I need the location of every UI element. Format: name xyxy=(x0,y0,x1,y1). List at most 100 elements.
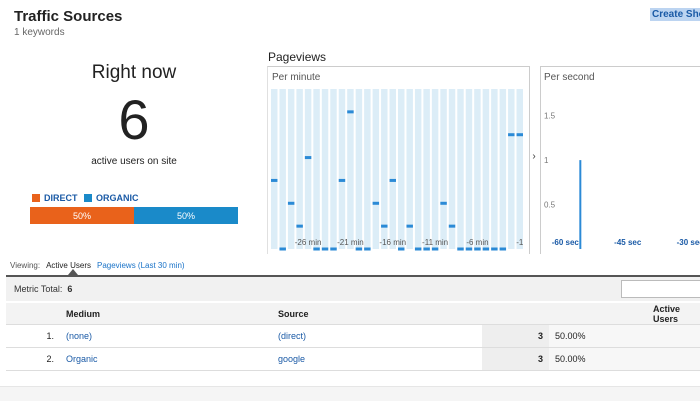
create-shortcut-link[interactable]: Create Sho xyxy=(650,8,700,21)
bar-value-mark xyxy=(381,224,388,228)
chart-bar xyxy=(313,89,320,251)
per-minute-label: Per minute xyxy=(272,72,321,83)
x-tick-label: -45 sec xyxy=(614,238,642,247)
metric-total-label: Metric Total: xyxy=(14,284,63,294)
per-minute-chart: Per minute 642-26 min-21 min-16 min-11 m… xyxy=(267,66,530,254)
bar-value-mark xyxy=(287,201,295,205)
bar-value-mark xyxy=(474,247,481,251)
header-active-users[interactable]: Active Users xyxy=(549,303,700,325)
row-medium[interactable]: (none) xyxy=(60,324,272,348)
row-medium[interactable]: Organic xyxy=(60,347,272,371)
bar-background xyxy=(304,89,312,249)
y-tick-label: 0.5 xyxy=(544,201,556,210)
bar-background xyxy=(338,89,346,249)
bar-value-mark xyxy=(271,178,278,182)
row-source[interactable]: (direct) xyxy=(272,324,482,348)
chart-bar xyxy=(372,89,380,249)
split-segment-organic: 50% xyxy=(134,207,238,224)
bar-value-mark xyxy=(465,247,473,251)
chevron-right-icon[interactable]: › xyxy=(527,151,541,165)
chart-bar xyxy=(398,89,405,251)
bar-value-mark xyxy=(372,201,380,205)
header-source[interactable]: Source xyxy=(272,303,482,325)
page-title: Traffic Sources xyxy=(14,8,123,25)
row-source[interactable]: google xyxy=(272,347,482,371)
chart-bar xyxy=(296,89,303,249)
bar-background xyxy=(457,89,464,249)
bar-value-mark xyxy=(398,247,405,251)
chart-bar xyxy=(579,160,582,249)
chart-bar xyxy=(321,89,329,251)
legend-label-direct: DIRECT xyxy=(44,193,78,203)
chart-bar xyxy=(414,89,422,251)
right-now-label: Right now xyxy=(91,62,177,83)
chart-bar xyxy=(406,89,413,249)
bar-value-mark xyxy=(313,247,320,251)
bar-background xyxy=(398,89,405,249)
bar-background xyxy=(431,89,439,249)
bar-background xyxy=(499,89,507,249)
bar-value-mark xyxy=(406,224,413,228)
chart-bar xyxy=(457,89,464,251)
bar-value-mark xyxy=(347,110,354,114)
bar-value-mark xyxy=(389,178,396,182)
x-tick-label: -26 min xyxy=(295,238,322,247)
chart-bar xyxy=(271,89,278,249)
per-minute-chart-svg: Per minute 642-26 min-21 min-16 min-11 m… xyxy=(271,72,524,251)
chart-bar xyxy=(491,89,498,251)
bar-value-mark xyxy=(423,247,430,251)
chart-bar xyxy=(364,89,371,251)
row-index: 2. xyxy=(6,347,60,371)
table-header-row: Medium Source Active Users xyxy=(6,303,700,325)
chart-bar xyxy=(516,89,523,249)
bar-background xyxy=(508,89,515,249)
header-medium[interactable]: Medium xyxy=(60,303,272,325)
row-active-users: 3 xyxy=(482,347,549,371)
legend-label-organic: ORGANIC xyxy=(96,193,139,203)
chart-bar xyxy=(423,89,430,251)
chart-bar xyxy=(440,89,447,249)
bar-background xyxy=(423,89,430,249)
pageviews-title: Pageviews xyxy=(268,50,327,64)
bar-background xyxy=(313,89,320,249)
header-index xyxy=(6,303,60,325)
bar-background xyxy=(389,89,396,249)
bar-value-mark xyxy=(355,247,363,251)
table-row: 1. (none) (direct) 3 50.00% xyxy=(6,324,700,348)
data-table: Medium Source Active Users 1. (none) (di… xyxy=(6,303,700,371)
table-row: 2. Organic google 3 50.00% xyxy=(6,347,700,371)
per-second-label: Per second xyxy=(544,72,595,83)
chart-bar xyxy=(330,89,337,251)
bar-value-mark xyxy=(482,247,490,251)
bar-background xyxy=(465,89,473,249)
table-filter-input[interactable] xyxy=(621,280,700,298)
bar-background xyxy=(474,89,481,249)
active-users-count: 6 xyxy=(118,88,150,151)
bar-value-mark xyxy=(330,247,337,251)
traffic-split-bar: 50% 50% xyxy=(30,207,238,224)
bar-value-mark xyxy=(457,247,464,251)
per-second-chart-svg: Per second 1.5 1 0.5 -60 sec -45 sec -30 sec xyxy=(544,72,700,249)
y-tick-label: 1.5 xyxy=(544,112,556,121)
active-users-description: active users on site xyxy=(91,156,177,167)
bar-value-mark xyxy=(448,224,456,228)
row-percent: 50.00% xyxy=(549,324,700,348)
bar-value-mark xyxy=(338,178,346,182)
bar-value-mark xyxy=(516,133,523,137)
tab-pageviews[interactable]: Pageviews (Last 30 min) xyxy=(97,261,185,270)
bar-background xyxy=(355,89,363,249)
bar-background xyxy=(516,89,523,249)
bar-background xyxy=(414,89,422,249)
bar-value-mark xyxy=(431,247,439,251)
row-index: 1. xyxy=(6,324,60,348)
chart-bar xyxy=(287,89,295,249)
bar-value-mark xyxy=(491,247,498,251)
legend-swatch-organic xyxy=(84,194,92,202)
viewing-tabs: Viewing: Active Users Pageviews (Last 30… xyxy=(10,261,185,270)
per-second-chart: Per second 1.5 1 0.5 -60 sec -45 sec -30 sec xyxy=(540,66,700,254)
bar-value-mark xyxy=(440,201,447,205)
chart-bar xyxy=(355,89,363,251)
legend-direct: DIRECT xyxy=(32,193,78,203)
x-tick-label: -11 min xyxy=(422,238,448,247)
bar-background xyxy=(271,89,278,249)
